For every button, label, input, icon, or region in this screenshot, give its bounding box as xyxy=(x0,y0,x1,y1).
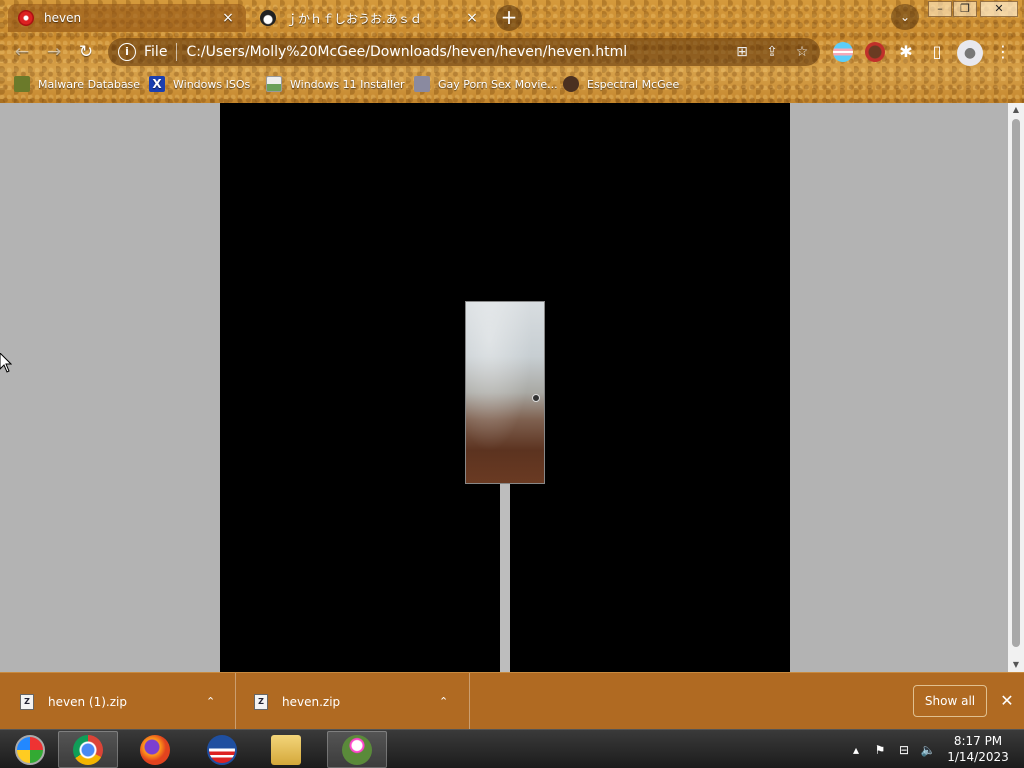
new-tab-button[interactable]: + xyxy=(496,5,522,31)
browser-chrome: heven × ｊかｈｆしおうお.あｓｄ × + ⌄ – ❐ ✕ ← → ↻ i… xyxy=(0,0,1024,103)
tab-close-icon[interactable]: × xyxy=(220,10,236,26)
bookmark-label: Gay Porn Sex Movie... xyxy=(438,77,558,91)
taskbar-chrome[interactable] xyxy=(58,731,118,768)
download-bar: Z heven (1).zip ⌃ Z heven.zip ⌃ Show all… xyxy=(0,672,1024,730)
scroll-down-icon[interactable]: ▼ xyxy=(1008,658,1024,672)
clock[interactable]: 8:17 PM 1/14/2023 xyxy=(942,733,1014,765)
tab-japanese-page[interactable]: ｊかｈｆしおうお.あｓｄ × xyxy=(250,4,490,32)
start-orb-icon xyxy=(15,734,45,765)
lips-favicon-icon xyxy=(18,10,34,26)
address-bar[interactable]: i File C:/Users/Molly%20McGee/Downloads/… xyxy=(108,38,820,66)
bookmark-label: Windows ISOs xyxy=(173,77,251,91)
rusty-door[interactable] xyxy=(465,301,545,484)
obama-logo-icon xyxy=(207,734,237,765)
url-scheme-label: File xyxy=(144,44,168,60)
bookmark-video-site[interactable]: Gay Porn Sex Movie... xyxy=(414,74,558,94)
bookmark-star-icon[interactable]: ☆ xyxy=(790,44,814,60)
character-icon xyxy=(563,76,579,92)
back-button[interactable]: ← xyxy=(10,40,34,64)
site-info-icon[interactable]: i xyxy=(118,43,136,61)
start-button[interactable] xyxy=(0,731,60,768)
chevron-up-icon[interactable]: ⌃ xyxy=(206,695,215,708)
profile-avatar[interactable]: ● xyxy=(957,40,983,66)
taskbar-flower-app[interactable] xyxy=(327,731,387,768)
close-window-button[interactable]: ✕ xyxy=(980,1,1018,17)
clock-date: 1/14/2023 xyxy=(947,750,1009,764)
chevron-up-icon[interactable]: ⌃ xyxy=(439,695,448,708)
menu-kebab-icon[interactable]: ⋮ xyxy=(991,40,1015,64)
maximize-button[interactable]: ❐ xyxy=(953,1,977,17)
close-icon[interactable]: ✕ xyxy=(998,690,1016,712)
chevron-up-icon[interactable]: ▴ xyxy=(844,743,868,757)
bug-icon xyxy=(14,76,30,92)
translate-icon[interactable]: ⊞ xyxy=(730,44,754,60)
bookmark-windows-11-installer[interactable]: Windows 11 Installer xyxy=(266,74,405,94)
anime-avatar-favicon-icon xyxy=(260,10,276,26)
download-item[interactable]: Z heven (1).zip ⌃ xyxy=(0,673,236,730)
bookmark-label: Espectral McGee xyxy=(587,77,680,91)
tab-title: heven xyxy=(44,11,82,25)
figure-icon xyxy=(414,76,430,92)
tab-heven[interactable]: heven × xyxy=(8,4,246,32)
share-icon[interactable]: ⇪ xyxy=(760,44,784,60)
avatar-extension-icon[interactable] xyxy=(865,42,885,62)
x-icon: X xyxy=(149,76,165,92)
url-text[interactable]: C:/Users/Molly%20McGee/Downloads/heven/h… xyxy=(186,44,730,60)
mouse-cursor-icon xyxy=(0,353,12,373)
door-knob-icon[interactable] xyxy=(532,394,540,402)
chrome-icon xyxy=(73,734,103,765)
windows-taskbar: ▴ ⚑ ⊟ 🔈 8:17 PM 1/14/2023 xyxy=(0,729,1024,768)
trans-flag-extension-icon[interactable] xyxy=(833,42,853,62)
scroll-thumb[interactable] xyxy=(1012,119,1020,647)
volume-icon[interactable]: 🔈 xyxy=(916,743,940,757)
forward-button[interactable]: → xyxy=(42,40,66,64)
scroll-up-icon[interactable]: ▲ xyxy=(1008,103,1024,117)
clock-time: 8:17 PM xyxy=(953,734,1003,748)
zip-file-icon: Z xyxy=(20,693,34,710)
reload-button[interactable]: ↻ xyxy=(74,40,98,64)
bookmark-label: Windows 11 Installer xyxy=(290,77,405,91)
download-filename: heven.zip xyxy=(282,694,341,709)
download-filename: heven (1).zip xyxy=(48,694,127,709)
page-viewport xyxy=(0,103,1008,672)
tab-title: ｊかｈｆしおうお.あｓｄ xyxy=(286,11,422,26)
firefox-icon xyxy=(140,734,170,765)
flower-icon xyxy=(342,734,372,765)
flag-icon[interactable]: ⚑ xyxy=(868,743,892,757)
bookmark-windows-isos[interactable]: X Windows ISOs xyxy=(149,74,250,94)
bookmark-espectral-mcgee[interactable]: Espectral McGee xyxy=(563,74,679,94)
show-all-button[interactable]: Show all xyxy=(913,685,987,717)
bookmark-label: Malware Database xyxy=(38,77,141,91)
taskbar-obama-app[interactable] xyxy=(192,731,252,768)
omnibox-divider xyxy=(176,43,178,61)
extensions-puzzle-icon[interactable]: ✱ xyxy=(894,40,918,64)
image-icon xyxy=(266,76,282,92)
network-icon[interactable]: ⊟ xyxy=(892,743,916,757)
system-tray: ▴ ⚑ ⊟ 🔈 xyxy=(844,730,940,768)
vertical-scrollbar[interactable]: ▲ ▼ xyxy=(1008,103,1024,672)
tab-close-icon[interactable]: × xyxy=(464,10,480,26)
bookmark-malware-database[interactable]: Malware Database xyxy=(14,74,140,94)
taskbar-firefox[interactable] xyxy=(125,731,185,768)
download-item[interactable]: Z heven.zip ⌃ xyxy=(237,673,470,730)
folder-icon xyxy=(271,734,301,765)
side-panel-icon[interactable]: ▯ xyxy=(925,40,949,64)
minimize-button[interactable]: – xyxy=(928,1,952,17)
tab-search-button[interactable]: ⌄ xyxy=(891,4,919,30)
game-canvas[interactable] xyxy=(220,103,790,672)
zip-file-icon: Z xyxy=(254,693,268,710)
walkway-path xyxy=(500,484,510,672)
taskbar-file-explorer[interactable] xyxy=(256,731,316,768)
